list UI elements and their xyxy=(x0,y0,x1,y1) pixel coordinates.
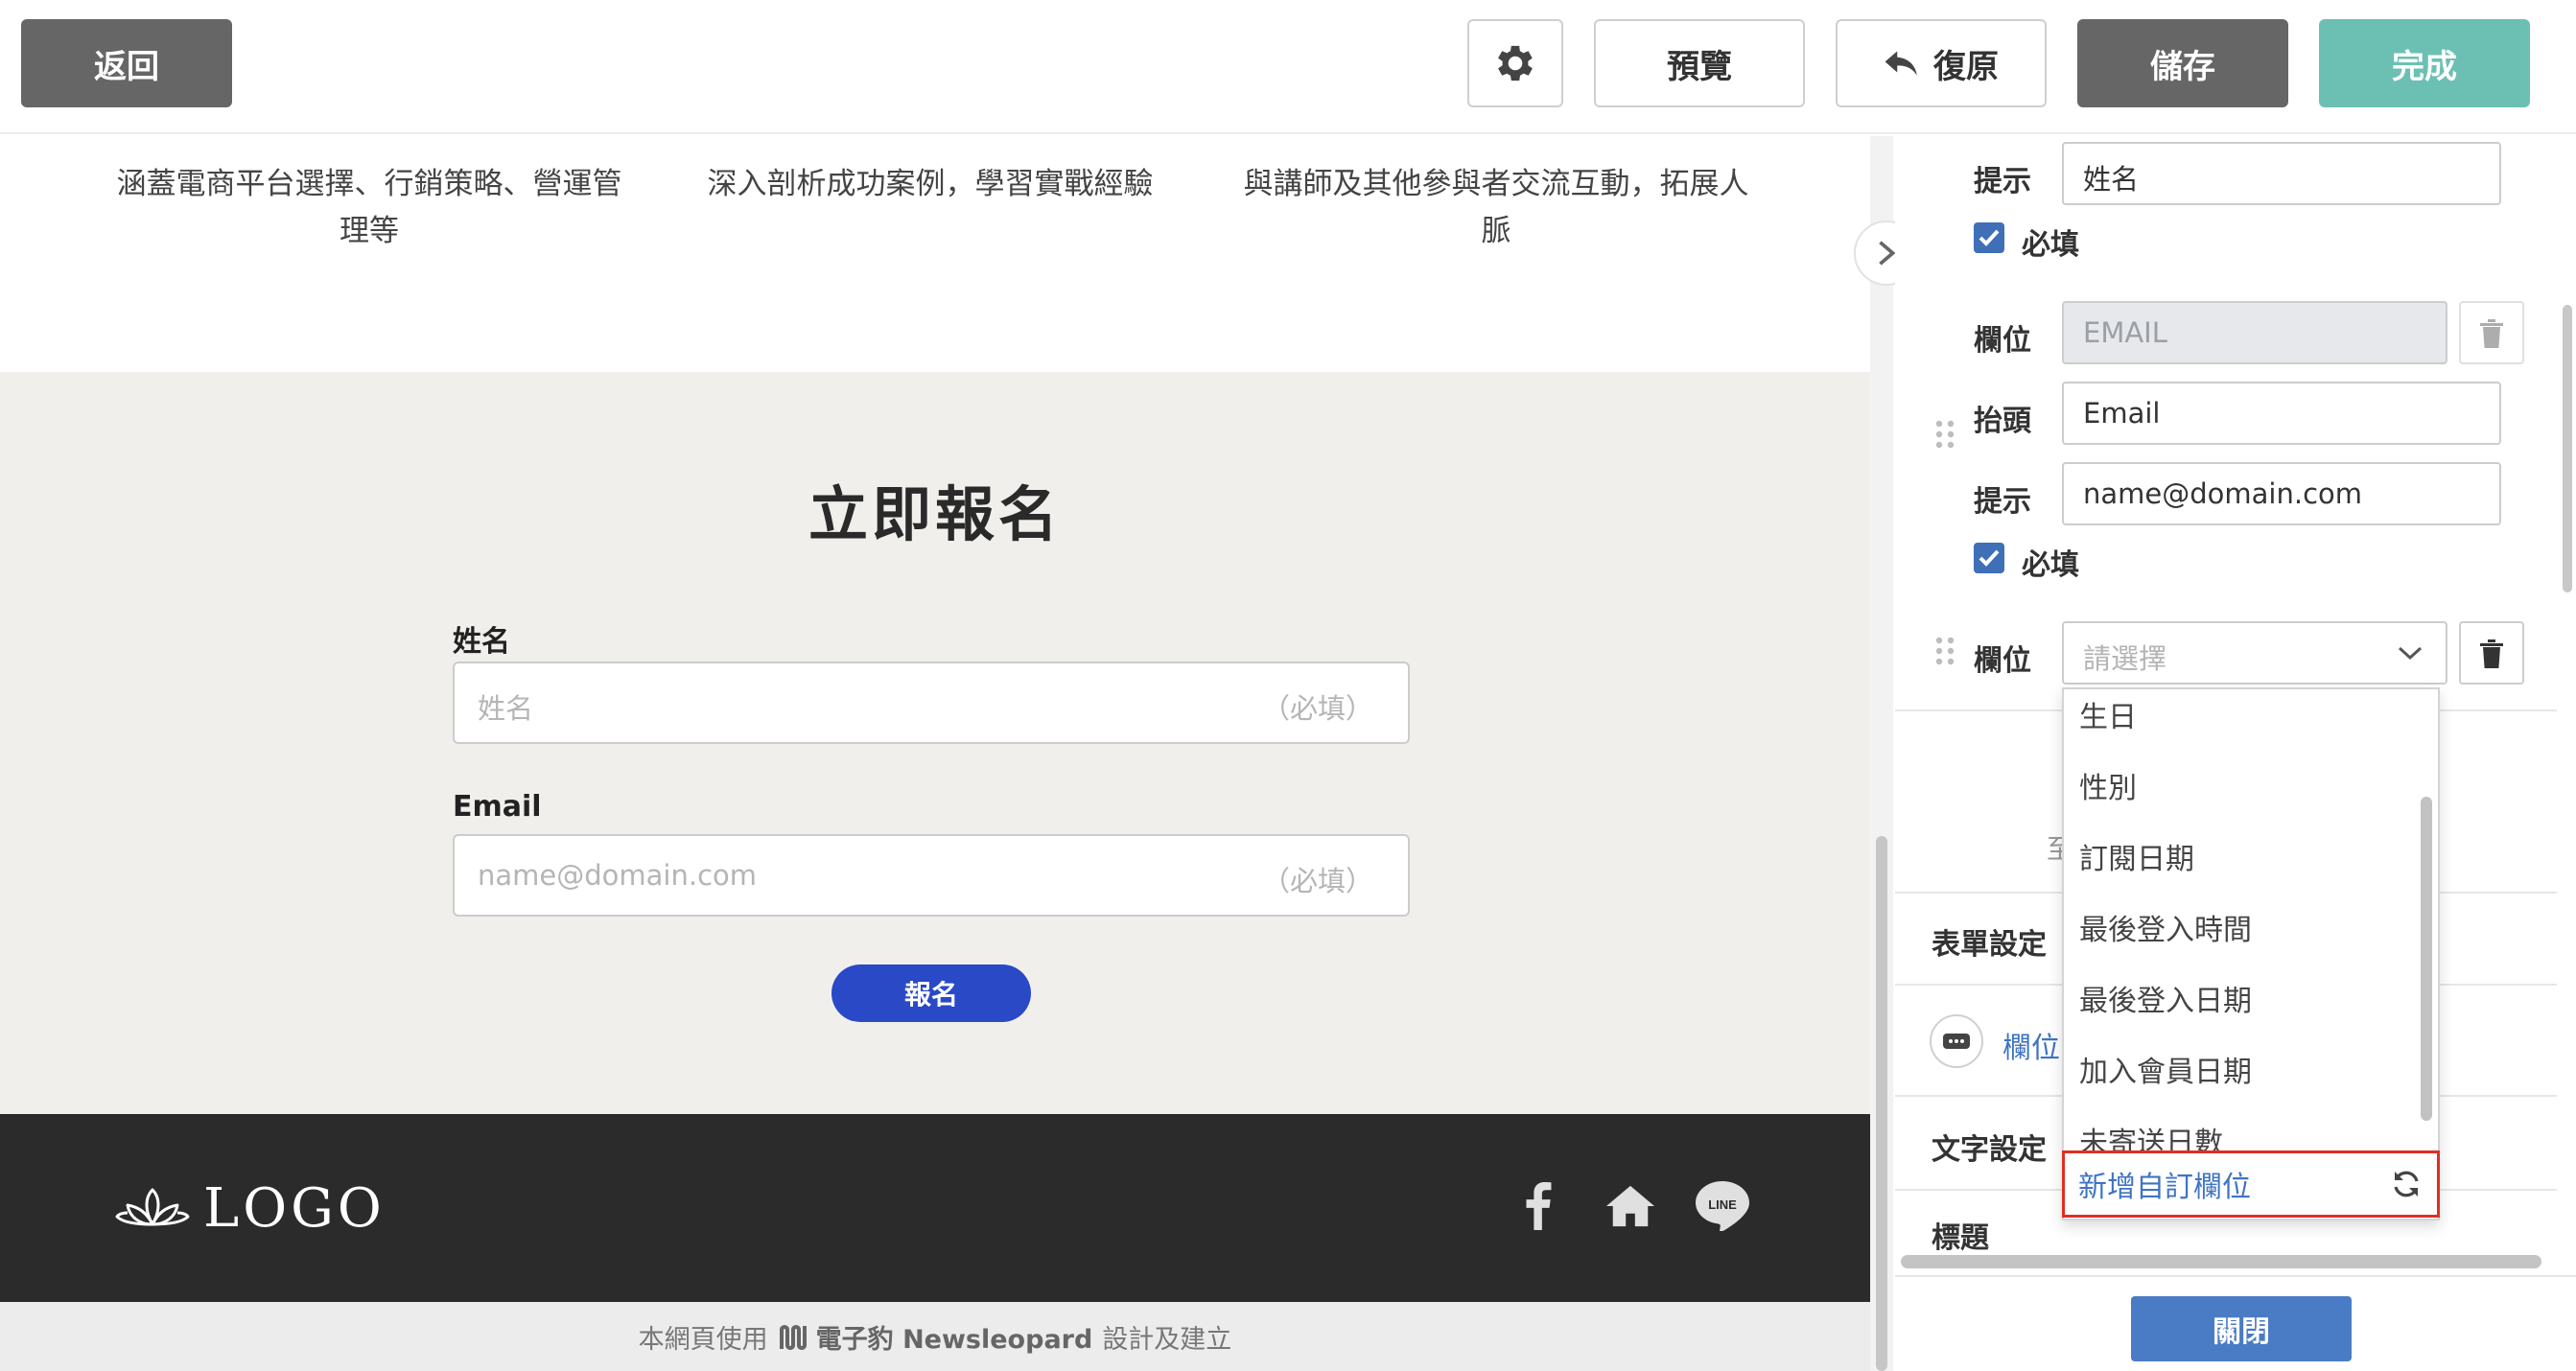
line-icon: LINE xyxy=(1696,1181,1749,1231)
hint-label: 提示 xyxy=(1974,165,2031,198)
email-header-input[interactable]: Email xyxy=(2062,382,2501,445)
field-type-select[interactable]: 請選擇 xyxy=(2062,621,2447,685)
field-type-dropdown: 生日 性別 訂閱日期 最後登入時間 最後登入日期 加入會員日期 未寄送日數 xyxy=(2062,687,2440,1220)
field-label: 欄位 xyxy=(1974,324,2031,358)
gear-icon xyxy=(1498,45,1533,81)
fields-link[interactable]: 欄位 xyxy=(2002,1024,2060,1066)
logo: LOGO xyxy=(115,1177,386,1240)
required-label: 必填 xyxy=(2022,228,2079,262)
credit-brand-text: 電子豹 Newsleopard xyxy=(815,1324,1093,1355)
required-hint: （必填） xyxy=(1261,692,1373,725)
feature-text: 與講師及其他參與者交流互動，拓展人脈 xyxy=(1243,167,1749,248)
name-input[interactable]: 姓名 （必填） xyxy=(453,662,1410,744)
home-icon xyxy=(1606,1185,1654,1227)
newsleopard-brand[interactable]: 電子豹 Newsleopard xyxy=(778,1318,1093,1356)
field-label: 欄位 xyxy=(1974,644,2031,678)
trash-icon xyxy=(2480,639,2503,668)
dropdown-option[interactable]: 生日 xyxy=(2064,689,2413,758)
preview-button[interactable]: 預覽 xyxy=(1594,19,1805,107)
email-hint-input[interactable]: name@domain.com xyxy=(2062,462,2501,525)
hint-label: 提示 xyxy=(1974,485,2031,519)
form-settings-title[interactable]: 表單設定 xyxy=(1932,920,2047,963)
panel-footer: 關閉 xyxy=(1895,1275,2576,1371)
line-link[interactable]: LINE xyxy=(1694,1177,1751,1235)
panel-horizontal-scrollbar[interactable] xyxy=(1901,1255,2541,1268)
registration-title: 立即報名 xyxy=(808,479,1062,549)
trash-icon xyxy=(2480,319,2503,348)
name-input-placeholder: 姓名 xyxy=(478,692,534,725)
dropdown-option[interactable]: 性別 xyxy=(2064,758,2413,829)
required-hint: （必填） xyxy=(1261,865,1373,897)
facebook-link[interactable] xyxy=(1510,1177,1567,1235)
field-settings-icon-button[interactable] xyxy=(1930,1014,1983,1068)
logo-text: LOGO xyxy=(203,1177,386,1240)
chevron-down-icon xyxy=(2398,646,2423,661)
select-placeholder: 請選擇 xyxy=(2083,642,2167,675)
undo-button[interactable]: 復原 xyxy=(1836,19,2047,107)
email-required-checkbox[interactable] xyxy=(1974,543,2004,573)
drag-handle-icon xyxy=(1935,420,1955,449)
preview-scrollbar-thumb[interactable] xyxy=(1876,836,1887,1371)
register-submit-button[interactable]: 報名 xyxy=(831,964,1031,1022)
registration-section: 立即報名 姓名 姓名 （必填） Email name@domain.com （必… xyxy=(0,372,1870,1114)
newsleopard-logo-icon xyxy=(779,1325,807,1350)
dropdown-option[interactable]: 訂閱日期 xyxy=(2064,829,2413,900)
name-field-label: 姓名 xyxy=(453,625,510,659)
facebook-icon xyxy=(1526,1182,1552,1230)
svg-text:LINE: LINE xyxy=(1708,1197,1737,1212)
home-link[interactable] xyxy=(1602,1177,1659,1235)
feature-text: 涵蓋電商平台選擇、行銷策略、營運管理等 xyxy=(116,167,622,248)
chevron-right-icon xyxy=(1879,241,1896,266)
checkmark-icon xyxy=(1979,549,2000,567)
credit-prefix: 本網頁使用 xyxy=(638,1324,768,1355)
email-input-placeholder: name@domain.com xyxy=(478,859,758,892)
email-field-label: Email xyxy=(453,790,542,824)
credit-suffix: 設計及建立 xyxy=(1102,1324,1232,1355)
header-label: 抬頭 xyxy=(1974,405,2031,438)
undo-label: 復原 xyxy=(1933,47,1999,86)
preview-scrollbar[interactable] xyxy=(1870,136,1893,1371)
drag-handle[interactable] xyxy=(1935,637,1955,669)
name-required-checkbox[interactable] xyxy=(1974,222,2004,253)
back-button[interactable]: 返回 xyxy=(21,19,232,107)
text-settings-title[interactable]: 文字設定 xyxy=(1932,1126,2047,1168)
delete-field-button[interactable] xyxy=(2459,621,2524,685)
settings-button[interactable] xyxy=(1467,19,1563,107)
email-input[interactable]: name@domain.com （必填） xyxy=(453,834,1410,917)
undo-icon xyxy=(1885,51,1917,76)
dropdown-option[interactable]: 加入會員日期 xyxy=(2064,1042,2413,1113)
done-button[interactable]: 完成 xyxy=(2319,19,2530,107)
refresh-icon[interactable] xyxy=(2391,1169,2422,1199)
close-button[interactable]: 關閉 xyxy=(2131,1296,2352,1361)
delete-email-field-button[interactable] xyxy=(2459,301,2524,364)
required-label: 必填 xyxy=(2022,548,2079,582)
title-label: 標題 xyxy=(1932,1221,1989,1255)
panel-scrollbar-thumb[interactable] xyxy=(2563,305,2572,593)
page-preview: 涵蓋電商平台選擇、行銷策略、營運管理等 深入剖析成功案例，學習實戰經驗 與講師及… xyxy=(0,136,1870,1371)
checkmark-icon xyxy=(1979,229,2000,246)
page-footer: LOGO LINE xyxy=(0,1114,1870,1302)
top-toolbar: 返回 預覽 復原 儲存 完成 xyxy=(0,0,2576,134)
dropdown-option[interactable]: 最後登入日期 xyxy=(2064,971,2413,1042)
drag-handle[interactable] xyxy=(1935,420,1955,453)
lotus-icon xyxy=(115,1188,190,1225)
dropdown-scrollbar-thumb[interactable] xyxy=(2421,797,2432,1121)
name-hint-input[interactable]: 姓名 xyxy=(2062,142,2501,205)
credit-bar: 本網頁使用 電子豹 Newsleopard 設計及建立 xyxy=(0,1302,1870,1371)
input-field-icon xyxy=(1943,1034,1970,1049)
email-field-select: EMAIL xyxy=(2062,301,2447,364)
feature-text: 深入剖析成功案例，學習實戰經驗 xyxy=(707,167,1154,201)
add-custom-field-label: 新增自訂欄位 xyxy=(2078,1171,2251,1204)
save-button[interactable]: 儲存 xyxy=(2077,19,2288,107)
add-custom-field-option[interactable]: 新增自訂欄位 xyxy=(2062,1150,2440,1218)
drag-handle-icon xyxy=(1935,637,1955,665)
dropdown-option[interactable]: 最後登入時間 xyxy=(2064,900,2413,971)
